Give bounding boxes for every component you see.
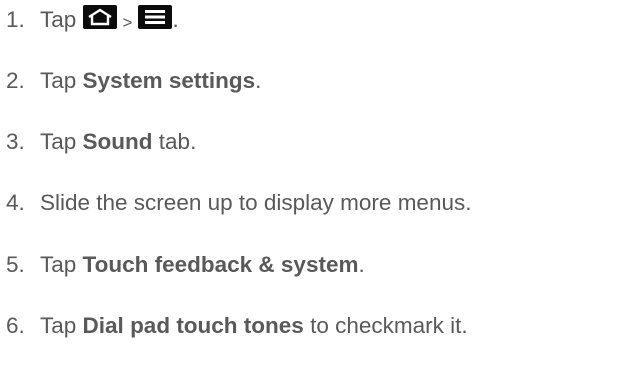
step-1: 1. Tap > . (6, 5, 179, 35)
instruction-steps: 1. Tap > . 2. Tap System settings. 3. Tap S… (0, 0, 620, 374)
step-number: 2. (6, 68, 25, 93)
menu-item-name: System settings (82, 68, 256, 93)
step-text: Tap (40, 68, 77, 93)
step-text: . (358, 252, 365, 277)
step-4: 4. Slide the screen up to display more me… (6, 188, 471, 218)
step-text: Tap (40, 252, 77, 277)
step-number: 4. (6, 190, 25, 215)
step-6: 6. Tap Dial pad touch tones to checkmark … (6, 311, 468, 341)
step-text: Tap (40, 129, 77, 154)
step-number: 3. (6, 129, 25, 154)
step-3: 3. Tap Sound tab. (6, 127, 196, 157)
step-text: Tap (40, 313, 77, 338)
step-separator: > (122, 13, 133, 32)
step-end: . (172, 7, 179, 32)
step-text: tab. (158, 129, 197, 154)
step-number: 5. (6, 252, 25, 277)
step-text: Tap (40, 7, 77, 32)
step-text: Slide the screen up to display more menu… (40, 190, 472, 215)
step-text: to checkmark it. (310, 313, 468, 338)
home-icon (82, 5, 117, 29)
menu-icon (138, 5, 173, 29)
menu-item-name: Touch feedback & system (82, 252, 359, 277)
step-number: 1. (6, 7, 25, 32)
step-number: 6. (6, 313, 25, 338)
menu-item-name: Dial pad touch tones (82, 313, 304, 338)
step-5: 5. Tap Touch feedback & system. (6, 250, 365, 280)
menu-item-name: Sound (82, 129, 153, 154)
step-2: 2. Tap System settings. (6, 66, 261, 96)
step-text: . (255, 68, 262, 93)
